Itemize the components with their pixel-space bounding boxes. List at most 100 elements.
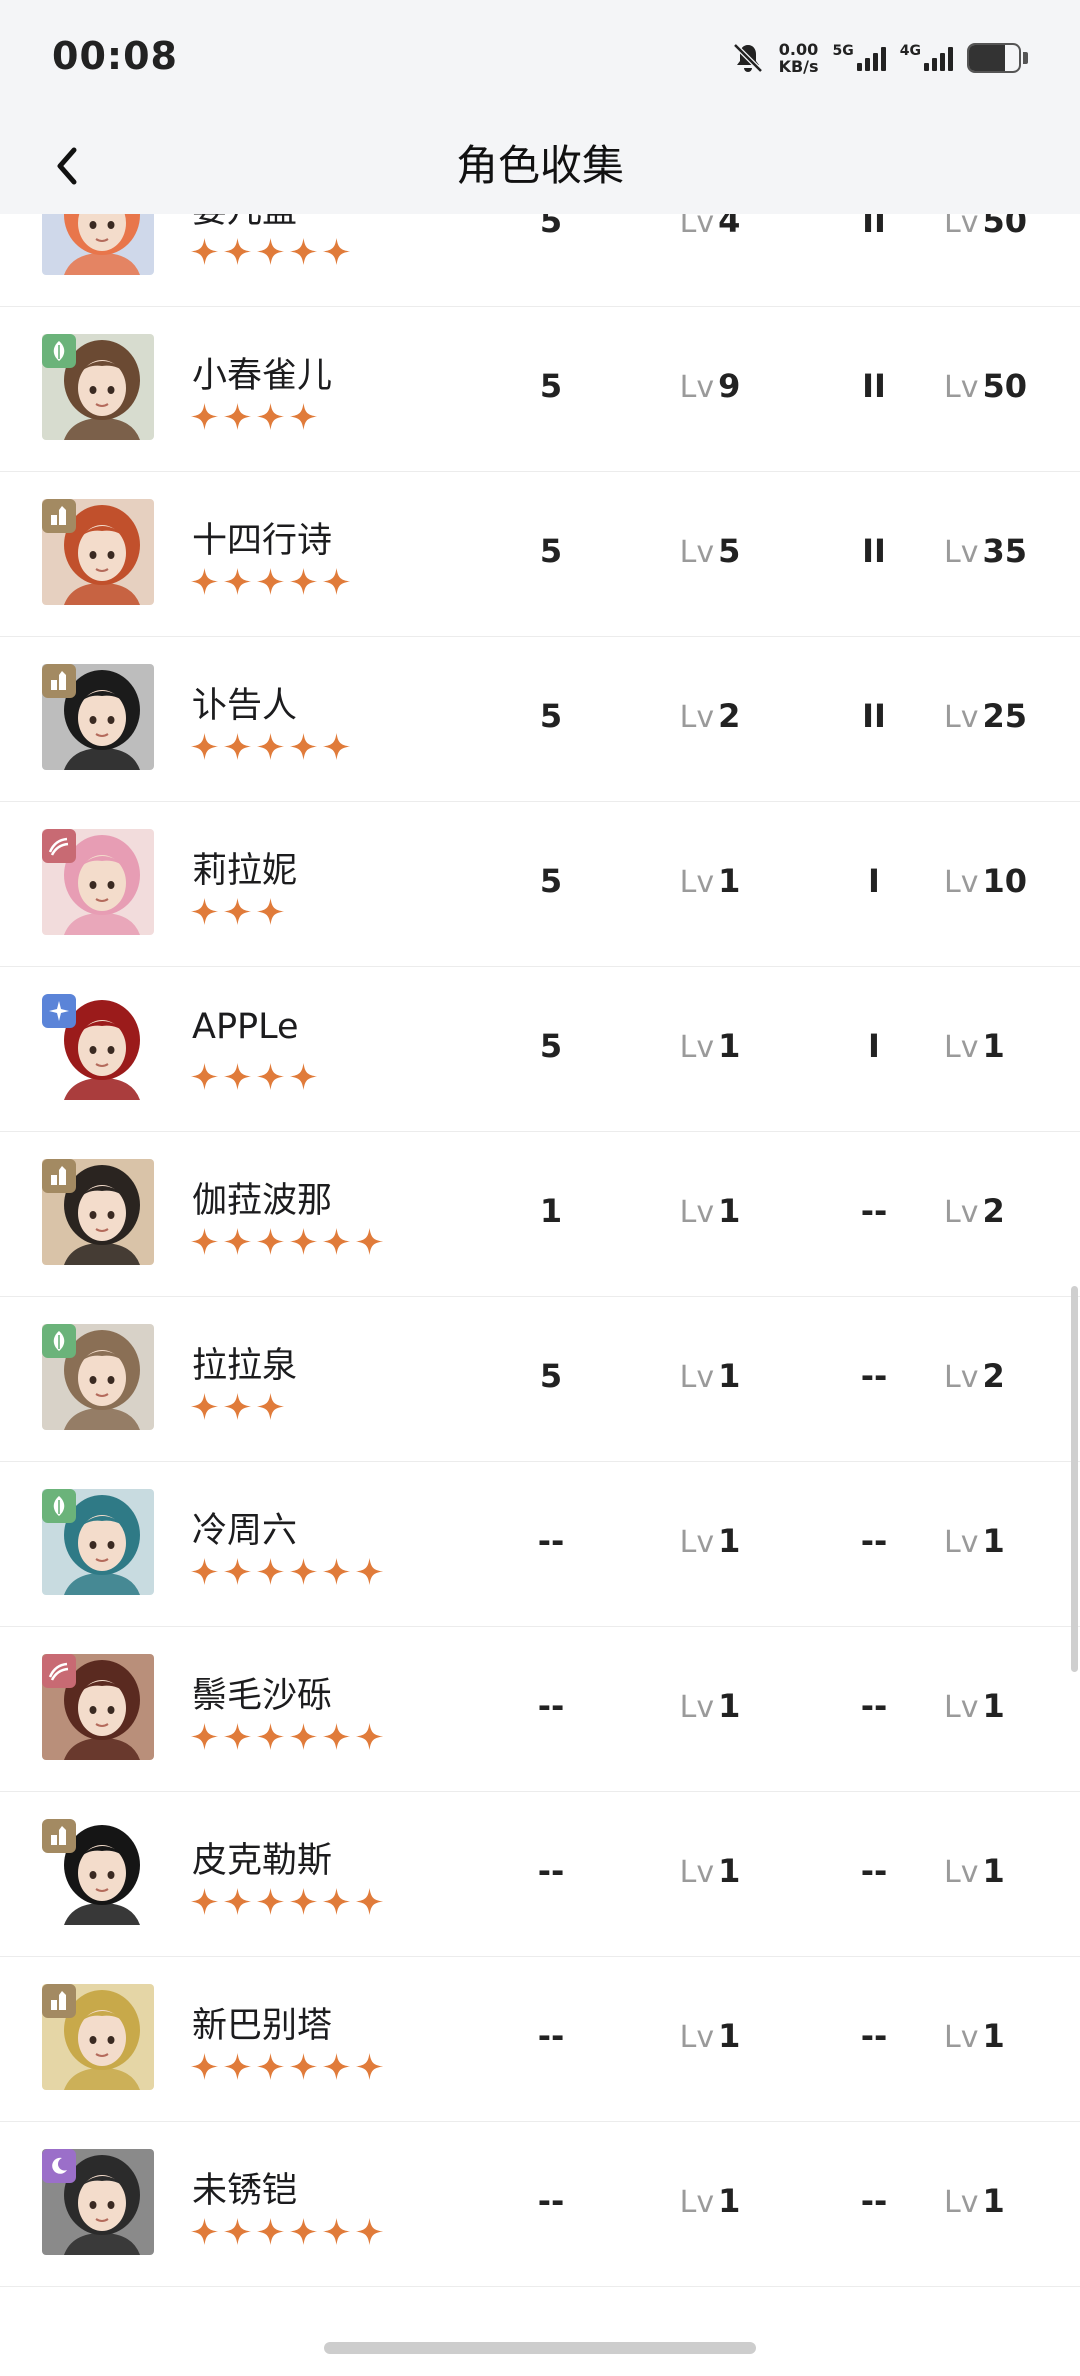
element-rock-icon [42,664,76,698]
rarity-stars [190,1887,384,1917]
character-level-value: 1 [982,2017,1005,2055]
rarity-stars [190,1392,285,1422]
star-icon [322,567,351,596]
lv-prefix: Lv [944,2020,979,2055]
star-icon [223,2052,252,2081]
tier-value: -- [860,2017,888,2055]
star-icon [223,1227,252,1256]
star-icon [355,1722,384,1751]
star-icon [190,1392,219,1421]
character-name: 鬃毛沙砾 [192,1676,333,1716]
element-rock-icon [42,499,76,533]
lv-prefix: Lv [944,1360,979,1395]
element-leaf-icon [42,1324,76,1358]
tier-value: II [862,367,886,405]
character-row[interactable]: 莉拉妮 5 Lv 1 I Lv 10 [0,802,1080,967]
skill-level-value: 1 [718,862,741,900]
rarity-stars [190,567,351,597]
skill-level: Lv 1 [660,862,760,900]
character-level-value: 10 [982,862,1027,900]
element-rock-icon [42,1819,76,1853]
character-row[interactable]: 皮克勒斯 -- Lv 1 -- Lv 1 [0,1792,1080,1957]
mute-bell-icon [732,43,763,73]
star-icon [322,1887,351,1916]
star-icon [190,1062,219,1091]
tier-value: II [862,697,886,735]
skill-level: Lv 1 [660,1852,760,1890]
star-icon [190,1227,219,1256]
star-icon [355,2052,384,2081]
star-icon [190,732,219,761]
star-icon [256,1557,285,1586]
skill-level: Lv 4 [660,214,760,240]
character-level: Lv 10 [944,862,1064,900]
character-level: Lv 1 [944,2017,1064,2055]
star-icon [322,2052,351,2081]
character-level-value: 2 [982,1192,1005,1230]
character-row[interactable]: APPLe 5 Lv 1 I Lv 1 [0,967,1080,1132]
character-avatar[interactable] [42,214,154,275]
character-row[interactable]: 拉拉泉 5 Lv 1 -- Lv 2 [0,1297,1080,1462]
character-row[interactable]: 十四行诗 5 Lv 5 II Lv 35 [0,472,1080,637]
star-icon [190,2217,219,2246]
star-icon [223,1392,252,1421]
star-icon [223,402,252,431]
page-title: 角色收集 [455,141,624,190]
star-icon [223,237,252,266]
character-level: Lv 2 [944,1357,1064,1395]
signal-5g: 5G [833,43,886,71]
tier-value: I [868,1027,880,1065]
star-icon [190,1557,219,1586]
character-row[interactable]: 伽菈波那 1 Lv 1 -- Lv 2 [0,1132,1080,1297]
skill-level-value: 1 [718,1192,741,1230]
rarity-stars [190,2217,384,2247]
lv-prefix: Lv [944,700,979,735]
star-icon [256,1392,285,1421]
rarity-stars [190,732,351,762]
skill-level-value: 1 [718,1687,741,1725]
character-list[interactable]: 婴儿蓝 5 Lv4 II Lv50 小春雀儿 5 Lv9 II Lv50 十四行… [0,214,1080,2330]
character-level: Lv 50 [944,214,1064,240]
character-row[interactable]: 小春雀儿 5 Lv 9 II Lv 50 [0,307,1080,472]
status-bar: 00:08 0.00 KB/s 5G 4G [0,0,1080,118]
lv-prefix: Lv [944,214,979,240]
character-row[interactable]: 鬃毛沙砾 -- Lv 1 -- Lv 1 [0,1627,1080,1792]
skill-level: Lv 5 [660,532,760,570]
character-row[interactable]: 讣告人 5 Lv 2 II Lv 25 [0,637,1080,802]
character-row[interactable]: 婴儿蓝 5 Lv4 II Lv50 [0,214,1080,307]
character-count: 5 [539,697,563,735]
character-level-value: 1 [982,1522,1005,1560]
character-level-value: 25 [982,697,1027,735]
character-row[interactable]: 新巴别塔 -- Lv 1 -- Lv 1 [0,1957,1080,2122]
lv-prefix: Lv [679,865,715,900]
battery-cap [1023,52,1028,64]
character-name: 伽菈波那 [192,1181,333,1221]
lv-prefix: Lv [944,1195,979,1230]
character-level: Lv 50 [944,367,1064,405]
character-row[interactable]: 未锈铠 -- Lv 1 -- Lv 1 [0,2122,1080,2287]
character-count: 5 [539,1027,563,1065]
lv-prefix: Lv [944,1525,979,1560]
star-icon [190,237,219,266]
character-row[interactable]: 冷周六 -- Lv 1 -- Lv 1 [0,1462,1080,1627]
star-icon [322,237,351,266]
star-icon [355,1887,384,1916]
character-level: Lv 25 [944,697,1064,735]
element-beast-icon [42,1654,76,1688]
star-icon [289,1557,318,1586]
star-icon [256,1722,285,1751]
lv-prefix: Lv [944,535,979,570]
signal-bars-icon [856,45,886,71]
character-name: 拉拉泉 [192,1346,298,1386]
character-count: 5 [539,1357,563,1395]
status-icons: 0.00 KB/s 5G 4G [731,38,1028,78]
skill-level: Lv 1 [660,2182,760,2220]
character-level-value: 1 [982,1027,1005,1065]
scrollbar[interactable] [1071,1286,1078,1672]
skill-level-value: 5 [718,532,741,570]
character-level-value: 50 [982,214,1027,240]
lv-prefix: Lv [679,1030,715,1065]
lv-prefix: Lv [679,1525,715,1560]
tier-value: II [862,532,886,570]
home-indicator[interactable] [324,2342,756,2354]
